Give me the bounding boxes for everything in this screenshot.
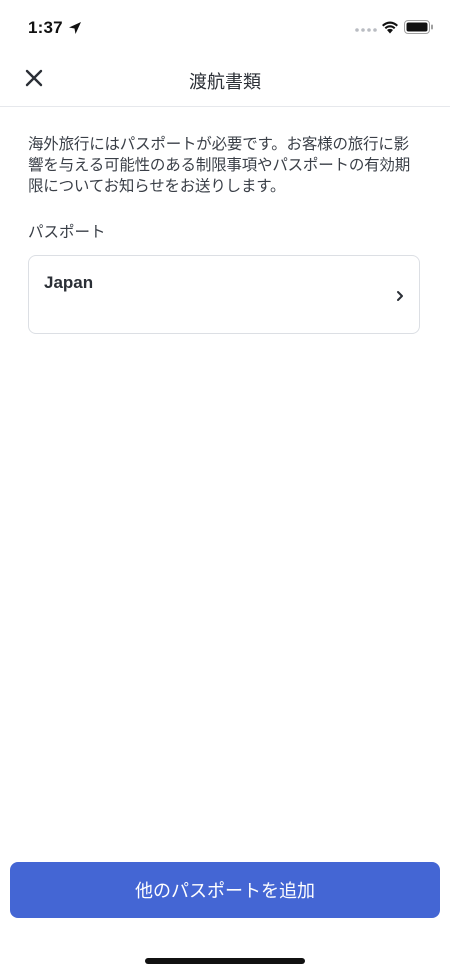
passport-card-japan[interactable]: Japan: [28, 255, 420, 334]
battery-icon: [404, 20, 433, 34]
wifi-icon: [382, 21, 398, 34]
nav-header: 渡航書類: [0, 52, 450, 107]
chevron-right-icon: [397, 291, 403, 301]
passport-section-label: パスポート: [28, 223, 106, 241]
page-title: 渡航書類: [189, 72, 261, 93]
cellular-signal-icon: [355, 28, 377, 32]
status-bar: 1:37: [0, 0, 450, 52]
travel-documents-description: 海外旅行にはパスポートが必要です。お客様の旅行に影響を与える可能性のある制限事項…: [28, 135, 411, 195]
home-indicator: [145, 958, 305, 964]
location-arrow-icon: [69, 22, 81, 34]
add-passport-button[interactable]: 他のパスポートを追加: [10, 862, 440, 918]
passport-country: Japan: [44, 273, 94, 292]
status-time: 1:37: [28, 18, 63, 37]
